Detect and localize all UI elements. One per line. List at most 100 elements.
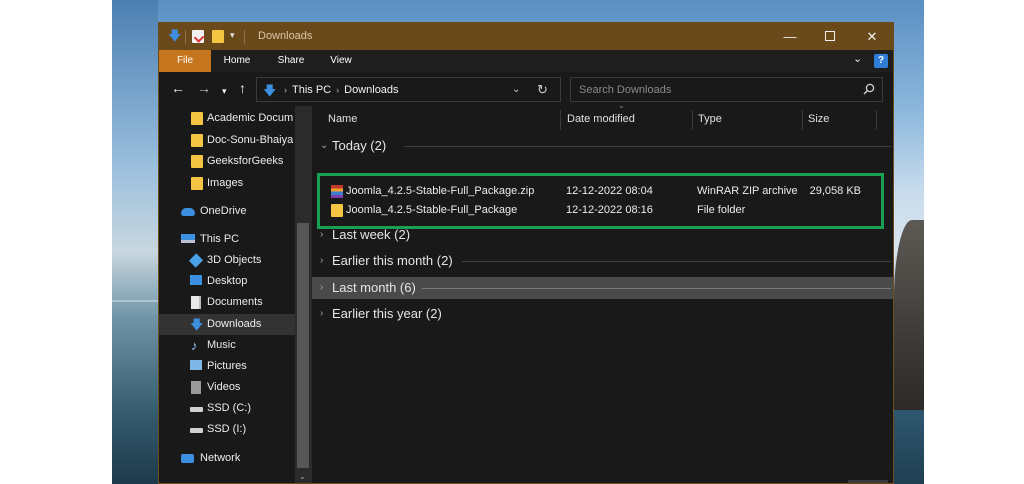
highlight-box: [317, 173, 884, 229]
3d-objects-icon: [188, 253, 204, 268]
chevron-right-icon: ›: [320, 308, 324, 319]
scroll-down-icon[interactable]: ⌄: [299, 472, 306, 481]
wallpaper-rock: [894, 220, 924, 410]
sidebar-item-label: Doc-Sonu-Bhaiya: [207, 134, 294, 146]
sidebar-item-this-pc[interactable]: This PC: [159, 229, 295, 250]
folder-icon: [191, 177, 203, 190]
chevron-right-icon: ›: [320, 229, 324, 240]
group-label: Earlier this month (2): [332, 253, 453, 268]
column-header-type[interactable]: Type: [698, 106, 722, 132]
sidebar-item-label: 3D Objects: [207, 254, 262, 266]
group-earlier-this-month[interactable]: › Earlier this month (2): [312, 250, 893, 272]
minimize-button[interactable]: —: [769, 23, 811, 50]
group-last-month[interactable]: › Last month (6): [312, 277, 893, 299]
column-divider[interactable]: [876, 110, 877, 130]
horizontal-scrollbar[interactable]: [848, 480, 888, 483]
folder-icon: [191, 155, 203, 168]
chevron-right-icon: ›: [320, 282, 324, 293]
videos-icon: [191, 381, 201, 394]
navigation-pane-scrollbar[interactable]: ⌄: [295, 106, 312, 483]
sidebar-item-desktop[interactable]: Desktop: [159, 271, 295, 292]
sidebar-item-ssd-c[interactable]: SSD (C:): [159, 398, 295, 419]
sidebar-item-label: This PC: [200, 233, 240, 245]
column-header-size[interactable]: Size: [808, 106, 829, 132]
breadcrumb-separator-icon: ›: [284, 85, 287, 95]
sidebar-item-doc-sonu-bhaiya[interactable]: Doc-Sonu-Bhaiya: [159, 130, 295, 151]
group-label: Earlier this year (2): [332, 306, 442, 321]
file-explorer-window: 🡇 ▾ Downloads — ✕ File Home Share View ⌄…: [158, 22, 894, 484]
scrollbar-thumb[interactable]: [297, 223, 309, 468]
network-icon: [181, 454, 194, 463]
sidebar-item-label: SSD (I:): [207, 423, 247, 435]
breadcrumb-this-pc[interactable]: This PC: [292, 84, 331, 96]
breadcrumb-downloads[interactable]: Downloads: [344, 84, 398, 96]
address-dropdown-chevron-icon[interactable]: ⌄: [512, 84, 520, 95]
refresh-icon[interactable]: ↻: [537, 82, 548, 98]
properties-icon[interactable]: [192, 30, 204, 43]
sidebar-item-label: Documents: [207, 296, 263, 308]
group-label: Last week (2): [332, 227, 411, 242]
sidebar-item-pictures[interactable]: Pictures: [159, 356, 295, 377]
sidebar-item-documents[interactable]: Documents: [159, 292, 295, 313]
help-button[interactable]: ?: [874, 54, 888, 68]
group-last-week[interactable]: › Last week (2): [312, 224, 893, 246]
expand-ribbon-chevron-icon[interactable]: ⌄: [853, 52, 862, 65]
downloads-arrow-icon: 🡇: [168, 28, 182, 43]
back-arrow-icon[interactable]: ←: [171, 81, 185, 95]
group-earlier-this-year[interactable]: › Earlier this year (2): [312, 303, 893, 325]
sidebar-item-3d-objects[interactable]: 3D Objects: [159, 250, 295, 271]
music-icon: ♪: [191, 338, 198, 353]
sidebar-item-network[interactable]: Network: [159, 448, 295, 469]
onedrive-icon: [181, 208, 195, 216]
drive-icon: [190, 407, 203, 412]
quick-access-separator: [185, 30, 186, 44]
chevron-right-icon: ›: [320, 255, 324, 266]
close-button[interactable]: ✕: [851, 23, 893, 50]
tab-home[interactable]: Home: [211, 50, 263, 72]
sidebar-item-label: Videos: [207, 381, 241, 393]
sidebar-item-music[interactable]: ♪ Music: [159, 335, 295, 356]
documents-icon: [191, 296, 201, 309]
column-divider[interactable]: [802, 110, 803, 130]
sidebar-item-videos[interactable]: Videos: [159, 377, 295, 398]
forward-arrow-icon[interactable]: →: [197, 81, 211, 95]
chevron-down-icon: ⌄: [320, 140, 329, 151]
maximize-icon: [825, 31, 835, 41]
sidebar-item-geeksforgeeks[interactable]: GeeksforGeeks: [159, 151, 295, 172]
sidebar-item-downloads[interactable]: 🡇 Downloads: [159, 314, 295, 335]
ribbon-tabs: File Home Share View ⌄ ?: [159, 50, 893, 72]
search-input[interactable]: Search Downloads: [579, 84, 671, 96]
sidebar-item-label: Network: [200, 452, 241, 464]
quick-access-dropdown-icon[interactable]: ▾: [230, 30, 235, 41]
maximize-button[interactable]: [809, 23, 851, 50]
sidebar-item-label: Music: [207, 339, 236, 351]
pictures-icon: [190, 360, 202, 370]
search-icon[interactable]: [863, 83, 875, 95]
sidebar-item-label: Desktop: [207, 275, 248, 287]
sidebar-item-label: OneDrive: [200, 205, 247, 217]
tab-share[interactable]: Share: [267, 50, 315, 72]
group-label: Last month (6): [332, 280, 416, 295]
column-header-date-modified[interactable]: Date modified: [567, 106, 635, 132]
navigation-pane: Academic Docum^ Doc-Sonu-Bhaiya Geeksfor…: [159, 106, 312, 483]
column-divider[interactable]: [560, 110, 561, 130]
up-arrow-icon[interactable]: ↑: [239, 81, 246, 95]
group-today[interactable]: ⌄ Today (2): [312, 135, 893, 157]
downloads-location-icon: 🡇: [263, 83, 277, 98]
tab-view[interactable]: View: [319, 50, 363, 72]
column-header-name[interactable]: Name: [328, 106, 357, 132]
sidebar-item-label: Pictures: [207, 360, 247, 372]
drive-icon: [190, 428, 203, 433]
recent-locations-chevron-icon[interactable]: ▾: [222, 84, 227, 98]
sidebar-item-ssd-i[interactable]: SSD (I:): [159, 419, 295, 440]
sidebar-item-images[interactable]: Images: [159, 173, 295, 194]
sidebar-item-onedrive[interactable]: OneDrive: [159, 201, 295, 222]
address-bar[interactable]: 🡇 › This PC › Downloads ⌄ ↻: [256, 77, 561, 102]
this-pc-icon: [181, 234, 195, 243]
sidebar-item-academic-docum[interactable]: Academic Docum^: [159, 108, 301, 129]
column-divider[interactable]: [692, 110, 693, 130]
quick-access-separator: [244, 30, 245, 44]
search-box[interactable]: Search Downloads: [570, 77, 883, 102]
new-folder-icon[interactable]: [212, 30, 224, 43]
tab-file[interactable]: File: [159, 50, 211, 72]
